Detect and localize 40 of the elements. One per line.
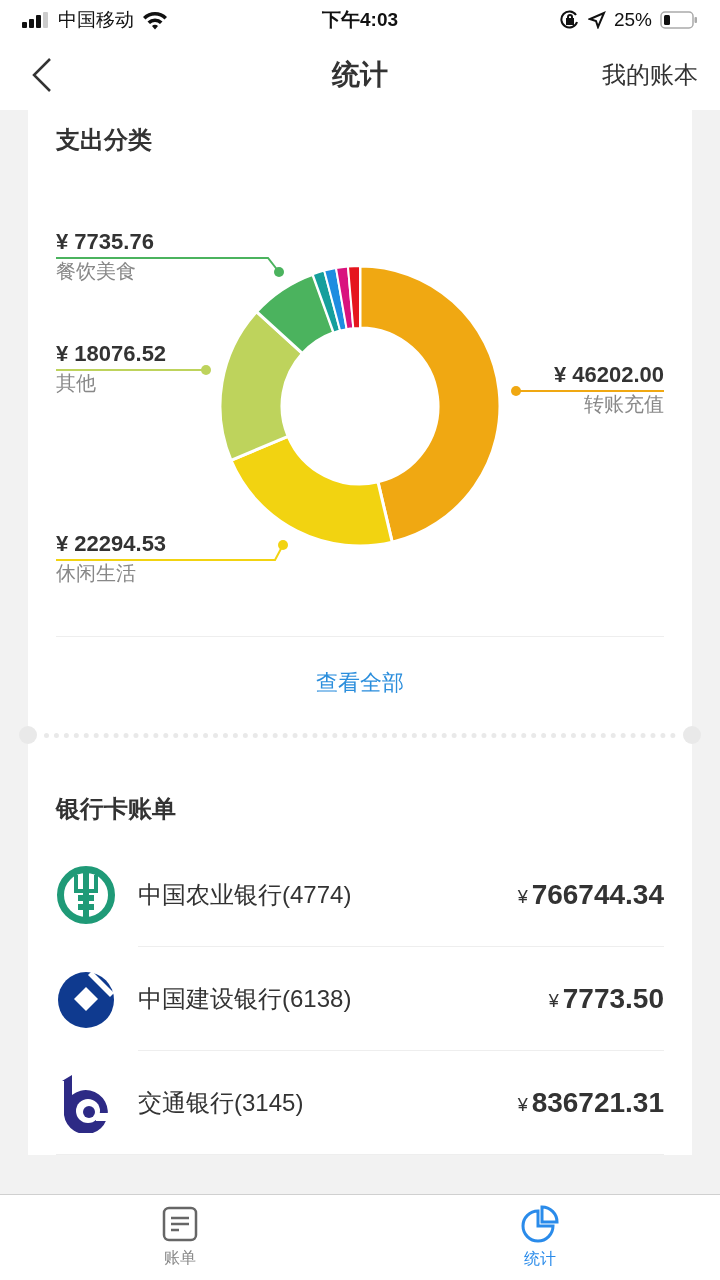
category-label: 休闲生活	[56, 561, 136, 586]
wifi-icon	[142, 10, 168, 30]
rotation-lock-icon	[559, 10, 580, 30]
signal-icon	[22, 12, 50, 28]
status-time: 下午4:03	[322, 7, 398, 32]
bank-name: 交通银行(3145)	[138, 1088, 304, 1118]
bank-row[interactable]: 交通银行(3145) ¥836721.31	[56, 1051, 664, 1155]
bank-name: 中国农业银行(4774)	[138, 880, 352, 910]
bank-amount: 7773.50	[562, 982, 664, 1016]
document-list-icon	[162, 1205, 198, 1242]
section-title: 银行卡账单	[56, 794, 177, 824]
amount-label: ¥ 18076.52	[56, 340, 167, 368]
page-title: 统计	[332, 58, 388, 92]
currency-sign: ¥	[517, 1093, 528, 1117]
amount-label: ¥ 46202.00	[553, 361, 664, 389]
bank-amount: 836721.31	[531, 1086, 664, 1120]
bank-logo-icon	[56, 865, 116, 925]
currency-sign: ¥	[517, 885, 528, 909]
location-arrow-icon	[587, 11, 606, 29]
tab-bar-item[interactable]: 统计	[360, 1195, 720, 1280]
amount-label: ¥ 22294.53	[56, 530, 167, 558]
my-ledger-link[interactable]: 我的账本	[602, 57, 698, 93]
amount-label: ¥ 7735.76	[56, 228, 154, 256]
bank-row[interactable]: 中国建设银行(6138) ¥7773.50	[56, 947, 664, 1051]
pie-chart-icon	[521, 1204, 559, 1243]
bank-amount: 766744.34	[531, 878, 664, 912]
currency-sign: ¥	[548, 989, 559, 1013]
category-label: 餐饮美食	[56, 259, 136, 284]
bank-row[interactable]: 中国农业银行(4774) ¥766744.34	[56, 843, 664, 947]
back-icon	[30, 57, 52, 93]
bank-logo-icon	[56, 969, 116, 1029]
battery-icon	[660, 11, 698, 29]
category-label: 转账充值	[584, 392, 664, 417]
category-label: 其他	[56, 371, 96, 396]
section-title: 支出分类	[56, 125, 153, 155]
carrier-name: 中国移动	[58, 7, 134, 32]
view-all-link[interactable]: 查看全部	[316, 665, 404, 699]
tab-bar-item[interactable]: 账单	[0, 1195, 360, 1280]
battery-percent: 25%	[613, 7, 652, 32]
bank-name: 中国建设银行(6138)	[138, 984, 352, 1014]
